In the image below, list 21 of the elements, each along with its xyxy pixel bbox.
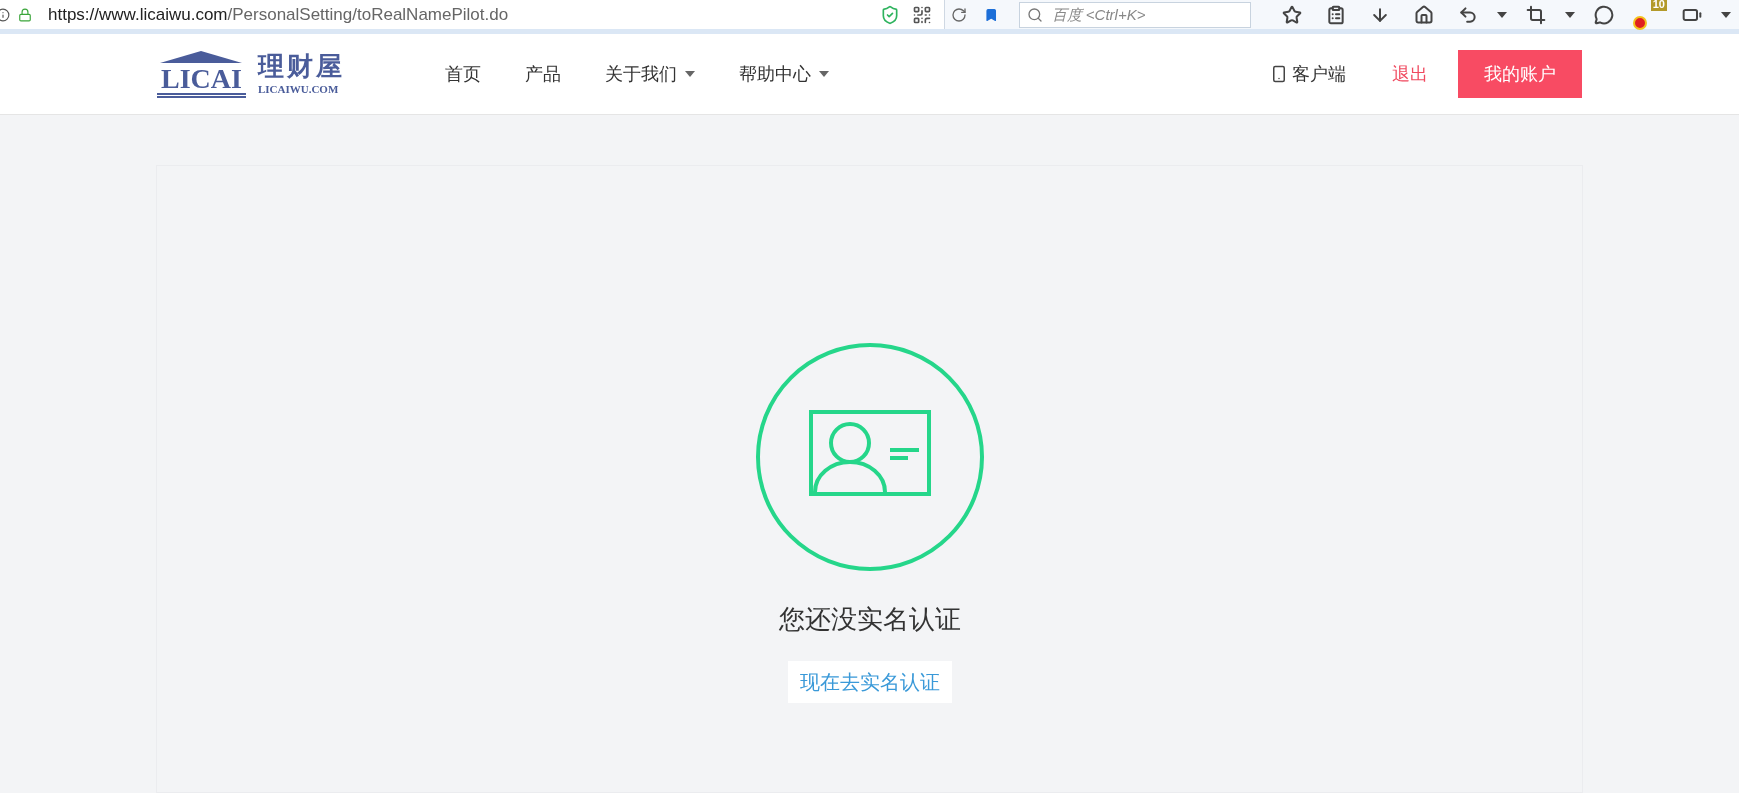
status-message: 您还没实名认证 [778,603,961,636]
client-link[interactable]: 客户端 [1270,60,1346,88]
notification-badge: 10 [1650,0,1667,11]
id-card-icon [754,342,985,572]
nav-link[interactable]: 帮助中心 [738,60,829,88]
color-dots-icon[interactable] [1633,15,1647,30]
caret-icon [1497,11,1507,18]
search-field[interactable]: 百度 <Ctrl+K> [1018,1,1251,28]
nav-link[interactable]: 关于我们 [604,60,695,88]
phone-icon [1270,65,1288,83]
info-icon[interactable] [0,7,10,22]
shield-check-icon[interactable] [880,4,900,25]
search-icon [1026,6,1043,23]
caret-icon [1721,11,1731,18]
lock-icon [18,7,32,22]
nav-link[interactable]: 产品 [524,60,561,88]
reload-icon[interactable] [950,6,967,23]
logout-link[interactable]: 退出 [1392,60,1428,88]
nav-link[interactable]: 首页 [444,60,481,88]
qr-code-icon[interactable] [912,4,932,25]
caret-icon [1565,11,1575,18]
